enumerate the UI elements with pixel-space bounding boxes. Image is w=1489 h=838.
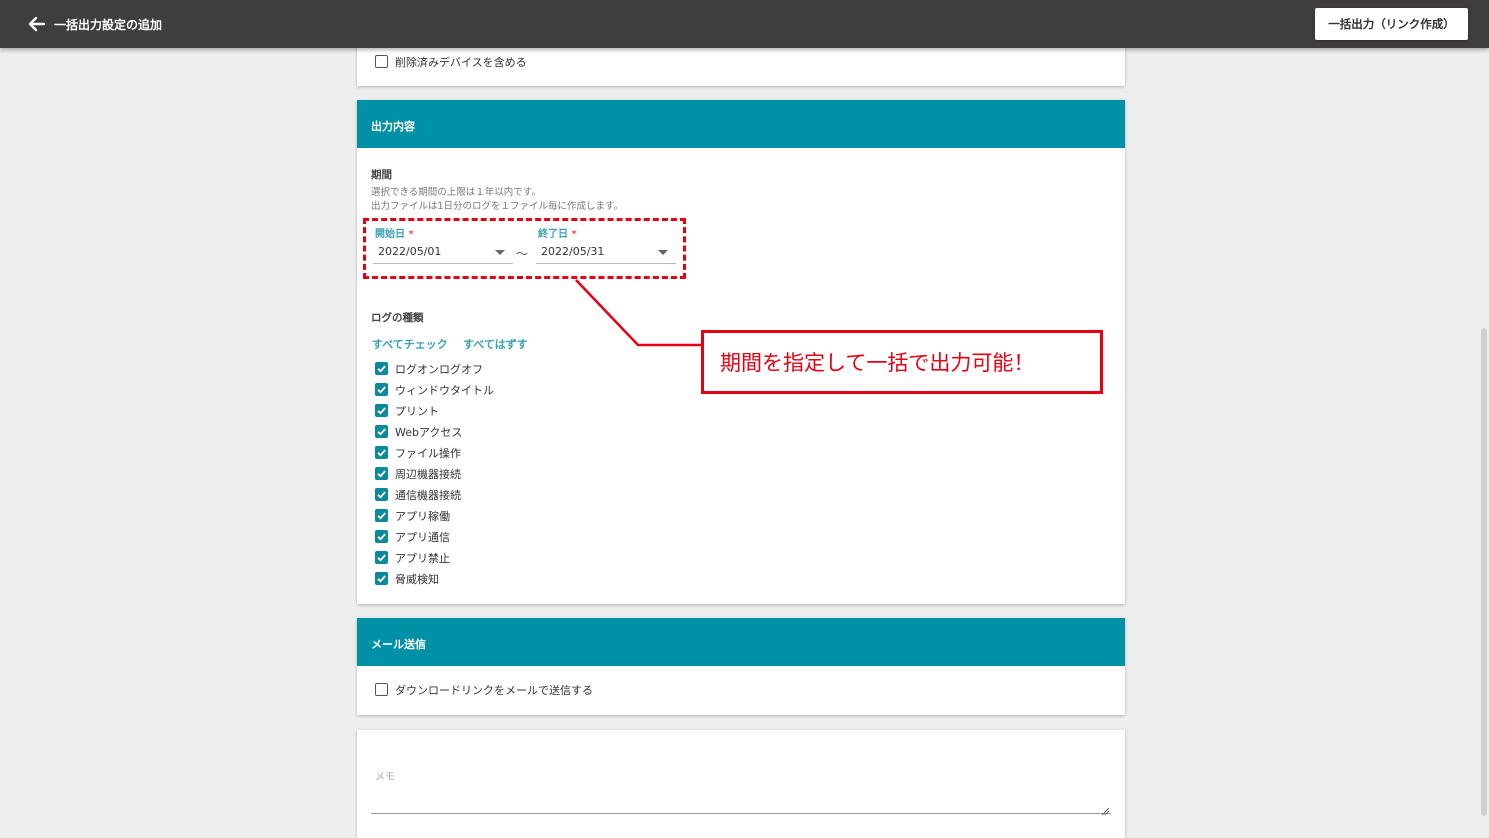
memo-placeholder: メモ	[375, 772, 395, 783]
log-type-checkbox[interactable]	[375, 362, 388, 375]
checkmark-icon	[377, 365, 386, 373]
checkmark-icon	[377, 491, 386, 499]
scrollbar[interactable]	[1481, 328, 1487, 816]
log-type-label: 脅威検知	[395, 573, 439, 586]
send-link-checkbox[interactable]	[375, 683, 388, 696]
log-type-checkbox[interactable]	[375, 383, 388, 396]
log-type-checkbox[interactable]	[375, 509, 388, 522]
check-all-button[interactable]: すべてチェック	[372, 336, 448, 352]
arrow-left-icon[interactable]	[26, 13, 48, 35]
include-deleted-label: 削除済みデバイスを含める	[395, 56, 527, 69]
send-link-label: ダウンロードリンクをメールで送信する	[395, 684, 593, 697]
page-title: 一括出力設定の追加	[54, 18, 163, 32]
log-type-checkbox[interactable]	[375, 425, 388, 438]
log-type-checkbox[interactable]	[375, 488, 388, 501]
log-type-label: ファイル操作	[395, 447, 461, 460]
log-type-checkbox[interactable]	[375, 530, 388, 543]
checkmark-icon	[377, 554, 386, 562]
annotation-callout: 期間を指定して一括で出力可能！	[701, 330, 1103, 394]
log-type-label: アプリ稼働	[395, 510, 450, 523]
checkmark-icon	[377, 386, 386, 394]
include-deleted-checkbox[interactable]	[375, 55, 388, 68]
export-link-button[interactable]: 一括出力（リンク作成）	[1315, 8, 1468, 40]
log-type-checkbox[interactable]	[375, 572, 388, 585]
log-type-checkbox[interactable]	[375, 551, 388, 564]
log-type-label: Webアクセス	[395, 426, 463, 439]
checkmark-icon	[377, 575, 386, 583]
log-type-label: ログオンログオフ	[395, 363, 483, 376]
memo-field[interactable]	[371, 813, 1111, 814]
log-type-label: アプリ禁止	[395, 552, 450, 565]
log-type-checkbox[interactable]	[375, 446, 388, 459]
log-type-label: プリント	[395, 405, 439, 418]
period-help-2: 出力ファイルは1日分のログを１ファイル毎に作成します。	[371, 201, 624, 212]
checkmark-icon	[377, 407, 386, 415]
log-types-label: ログの種類	[371, 312, 424, 324]
mail-card: メール送信 ダウンロードリンクをメールで送信する	[357, 618, 1125, 715]
period-help-1: 選択できる期間の上限は１年以内です。	[371, 187, 541, 198]
output-content-header: 出力内容	[357, 100, 1125, 148]
log-type-checkbox[interactable]	[375, 404, 388, 417]
log-type-label: 周辺機器接続	[395, 468, 461, 481]
memo-card: メモ	[357, 730, 1125, 838]
checkmark-icon	[377, 449, 386, 457]
log-type-label: 通信機器接続	[395, 489, 461, 502]
checkmark-icon	[377, 470, 386, 478]
app-topbar: 一括出力設定の追加 一括出力（リンク作成）	[0, 0, 1489, 48]
period-highlight-box	[363, 218, 686, 279]
period-label: 期間	[371, 169, 392, 181]
checkmark-icon	[377, 512, 386, 520]
checkmark-icon	[377, 533, 386, 541]
mail-header: メール送信	[357, 618, 1125, 666]
checkmark-icon	[377, 428, 386, 436]
resize-handle-icon[interactable]	[1101, 801, 1110, 816]
log-type-label: アプリ通信	[395, 531, 450, 544]
log-type-checkbox[interactable]	[375, 467, 388, 480]
uncheck-all-button[interactable]: すべてはずす	[463, 336, 528, 352]
log-type-label: ウィンドウタイトル	[395, 384, 494, 397]
